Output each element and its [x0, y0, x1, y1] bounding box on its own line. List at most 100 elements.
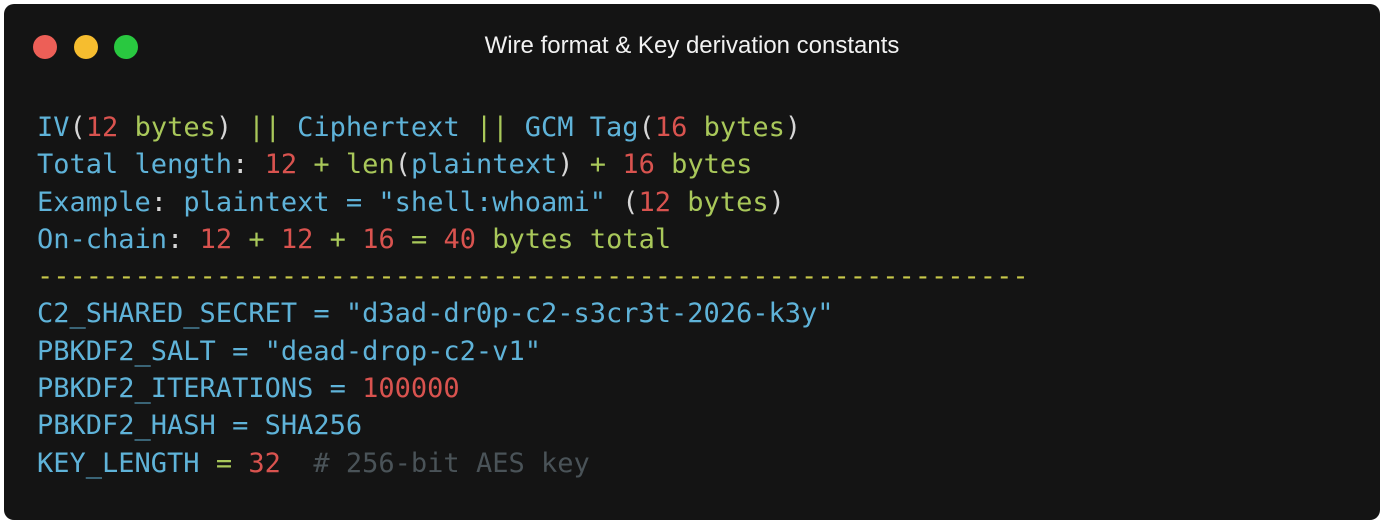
code-token: ||: [475, 112, 509, 143]
code-token: +: [248, 223, 265, 255]
code-token: ): [768, 186, 785, 218]
code-window: Wire format & Key derivation constants I…: [4, 4, 1380, 520]
code-token: bytes: [134, 112, 216, 143]
code-token: PBKDF2_HASH: [37, 410, 216, 442]
code-token: PBKDF2_SALT: [37, 335, 216, 367]
code-line: PBKDF2_SALT = "dead-drop-c2-v1": [37, 333, 1029, 370]
code-token: ): [784, 112, 802, 143]
code-token: bytes: [703, 112, 785, 143]
code-line: PBKDF2_ITERATIONS = 100000: [37, 370, 1029, 407]
code-token: =: [410, 223, 428, 255]
code-token: =: [329, 373, 346, 405]
code-token: ----------------------------------------…: [37, 261, 1029, 293]
code-token: =: [215, 447, 233, 479]
code-token: 16: [654, 112, 688, 143]
code-line: On-chain: 12 + 12 + 16 = 40 bytes total: [37, 221, 1029, 258]
code-line: IV(12 bytes) || Ciphertext || GCM Tag(16…: [37, 109, 1029, 146]
code-token: =: [345, 186, 363, 218]
code-token: 12: [638, 186, 672, 218]
code-token: (: [69, 112, 86, 143]
code-token: Total length: [37, 149, 233, 181]
code-token: "dead-drop-c2-v1": [264, 335, 541, 367]
code-token: SHA256: [264, 410, 363, 442]
code-token: 12: [85, 112, 119, 143]
code-token: 100000: [362, 373, 460, 405]
code-token: ||: [248, 112, 281, 143]
code-token: :: [167, 223, 200, 255]
code-token: 32: [248, 447, 281, 479]
code-token: Ciphertext: [297, 112, 460, 143]
code-block: IV(12 bytes) || Ciphertext || GCM Tag(16…: [37, 109, 1029, 482]
code-token: PBKDF2_ITERATIONS: [37, 373, 314, 405]
code-token: (: [638, 112, 655, 143]
code-line: KEY_LENGTH = 32 # 256-bit AES key: [37, 445, 1029, 482]
code-token: =: [313, 298, 330, 330]
title-bar: Wire format & Key derivation constants: [4, 4, 1380, 88]
code-token: plaintext: [410, 149, 558, 181]
code-token: 12: [264, 149, 298, 181]
code-token: :: [150, 186, 184, 218]
code-token: len: [345, 149, 395, 181]
code-token: ): [215, 112, 249, 143]
code-token: =: [232, 335, 249, 367]
code-line: Total length: 12 + len(plaintext) + 16 b…: [37, 146, 1029, 183]
code-token: "shell:whoami": [378, 186, 606, 218]
code-token: 40: [443, 223, 477, 255]
code-token: "d3ad-dr0p-c2-s3cr3t-2026-k3y": [345, 298, 834, 330]
code-token: (: [394, 149, 411, 181]
code-token: bytes: [687, 186, 769, 218]
code-token: GCM Tag: [524, 112, 639, 143]
code-token: C2_SHARED_SECRET: [37, 298, 298, 330]
code-token: ): [557, 149, 590, 181]
code-token: +: [589, 149, 607, 181]
code-token: 16: [622, 149, 655, 181]
window-title: Wire format & Key derivation constants: [484, 32, 900, 59]
code-token: +: [313, 149, 330, 181]
code-token: +: [329, 223, 346, 255]
code-line: PBKDF2_HASH = SHA256: [37, 407, 1029, 444]
code-line: ----------------------------------------…: [37, 258, 1029, 295]
code-token: =: [232, 410, 249, 442]
code-token: 16: [362, 223, 395, 255]
code-token: IV: [37, 112, 70, 143]
code-token: bytes total: [492, 223, 672, 255]
code-token: 12: [199, 223, 233, 255]
code-line: C2_SHARED_SECRET = "d3ad-dr0p-c2-s3cr3t-…: [37, 295, 1029, 332]
code-token: 12: [280, 223, 314, 255]
code-token: On-chain: [37, 223, 168, 255]
code-token: plaintext: [183, 186, 330, 218]
code-token: Example: [37, 186, 151, 218]
code-line: Example: plaintext = "shell:whoami" (12 …: [37, 184, 1029, 221]
code-token: # 256-bit AES key: [313, 447, 590, 479]
code-token: KEY_LENGTH: [37, 447, 200, 479]
code-token: bytes: [671, 149, 753, 181]
